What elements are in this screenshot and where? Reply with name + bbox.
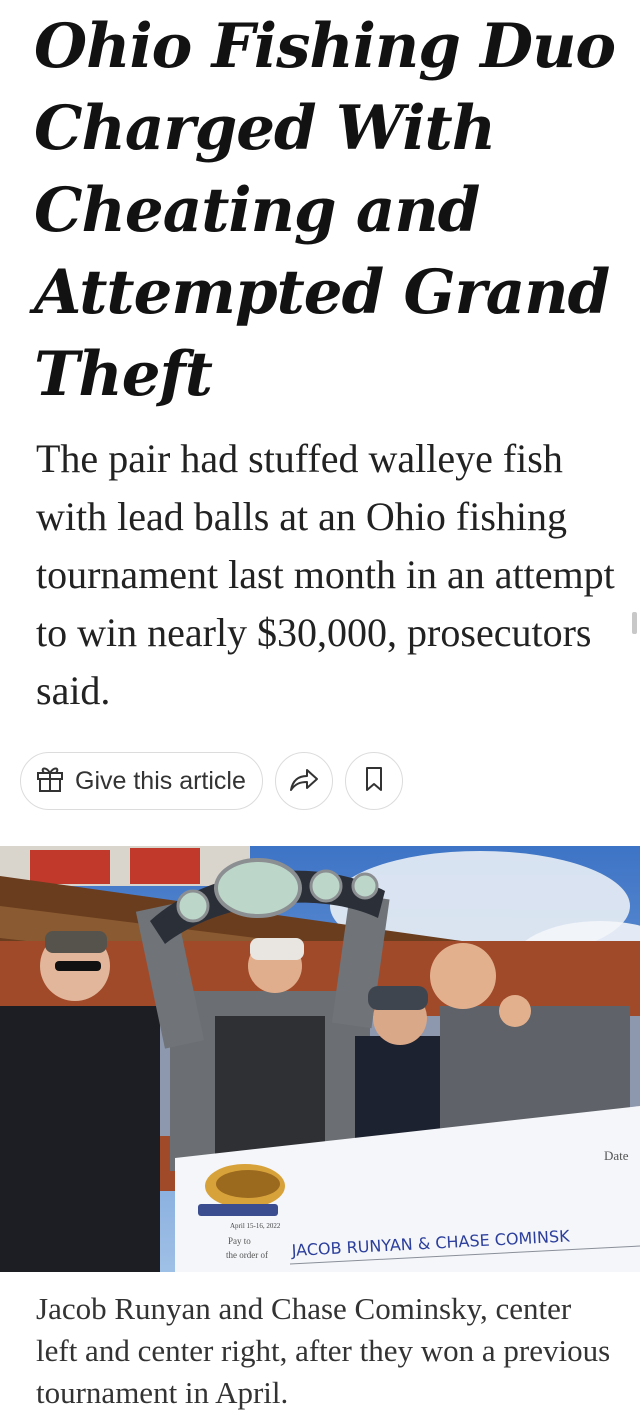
share-button[interactable] <box>274 752 333 810</box>
headline-line: Ohio Fishing Duo <box>34 11 616 82</box>
headline-line: Attempted Grand <box>34 257 610 328</box>
check-event-date: April 15-16, 2022 <box>230 1222 281 1230</box>
share-arrow-icon <box>289 766 319 796</box>
article-summary: The pair had stuffed walleye fish with l… <box>36 436 615 713</box>
give-article-label: Give this article <box>75 766 246 795</box>
save-button[interactable] <box>344 752 403 810</box>
bookmark-icon <box>364 766 384 796</box>
give-article-button[interactable]: Give this article <box>20 752 263 810</box>
photo-caption: Jacob Runyan and Chase Cominsky, center … <box>36 1291 611 1410</box>
check-date-label: Date <box>604 1148 629 1163</box>
headline-line: Charged With <box>34 93 496 164</box>
scrollbar-thumb[interactable] <box>632 612 637 634</box>
headline-line: Theft <box>34 339 213 410</box>
check-order-of-label: the order of <box>226 1250 268 1260</box>
article-headline: Ohio Fishing Duo Charged With Cheating a… <box>34 6 624 416</box>
gift-icon <box>35 763 65 800</box>
headline-line: Cheating and <box>34 175 480 246</box>
article-actions: Give this article <box>20 752 403 810</box>
article-photo: Date April 15-16, 2022 Pay to the order … <box>0 846 640 1272</box>
check-pay-to-label: Pay to <box>228 1236 251 1246</box>
